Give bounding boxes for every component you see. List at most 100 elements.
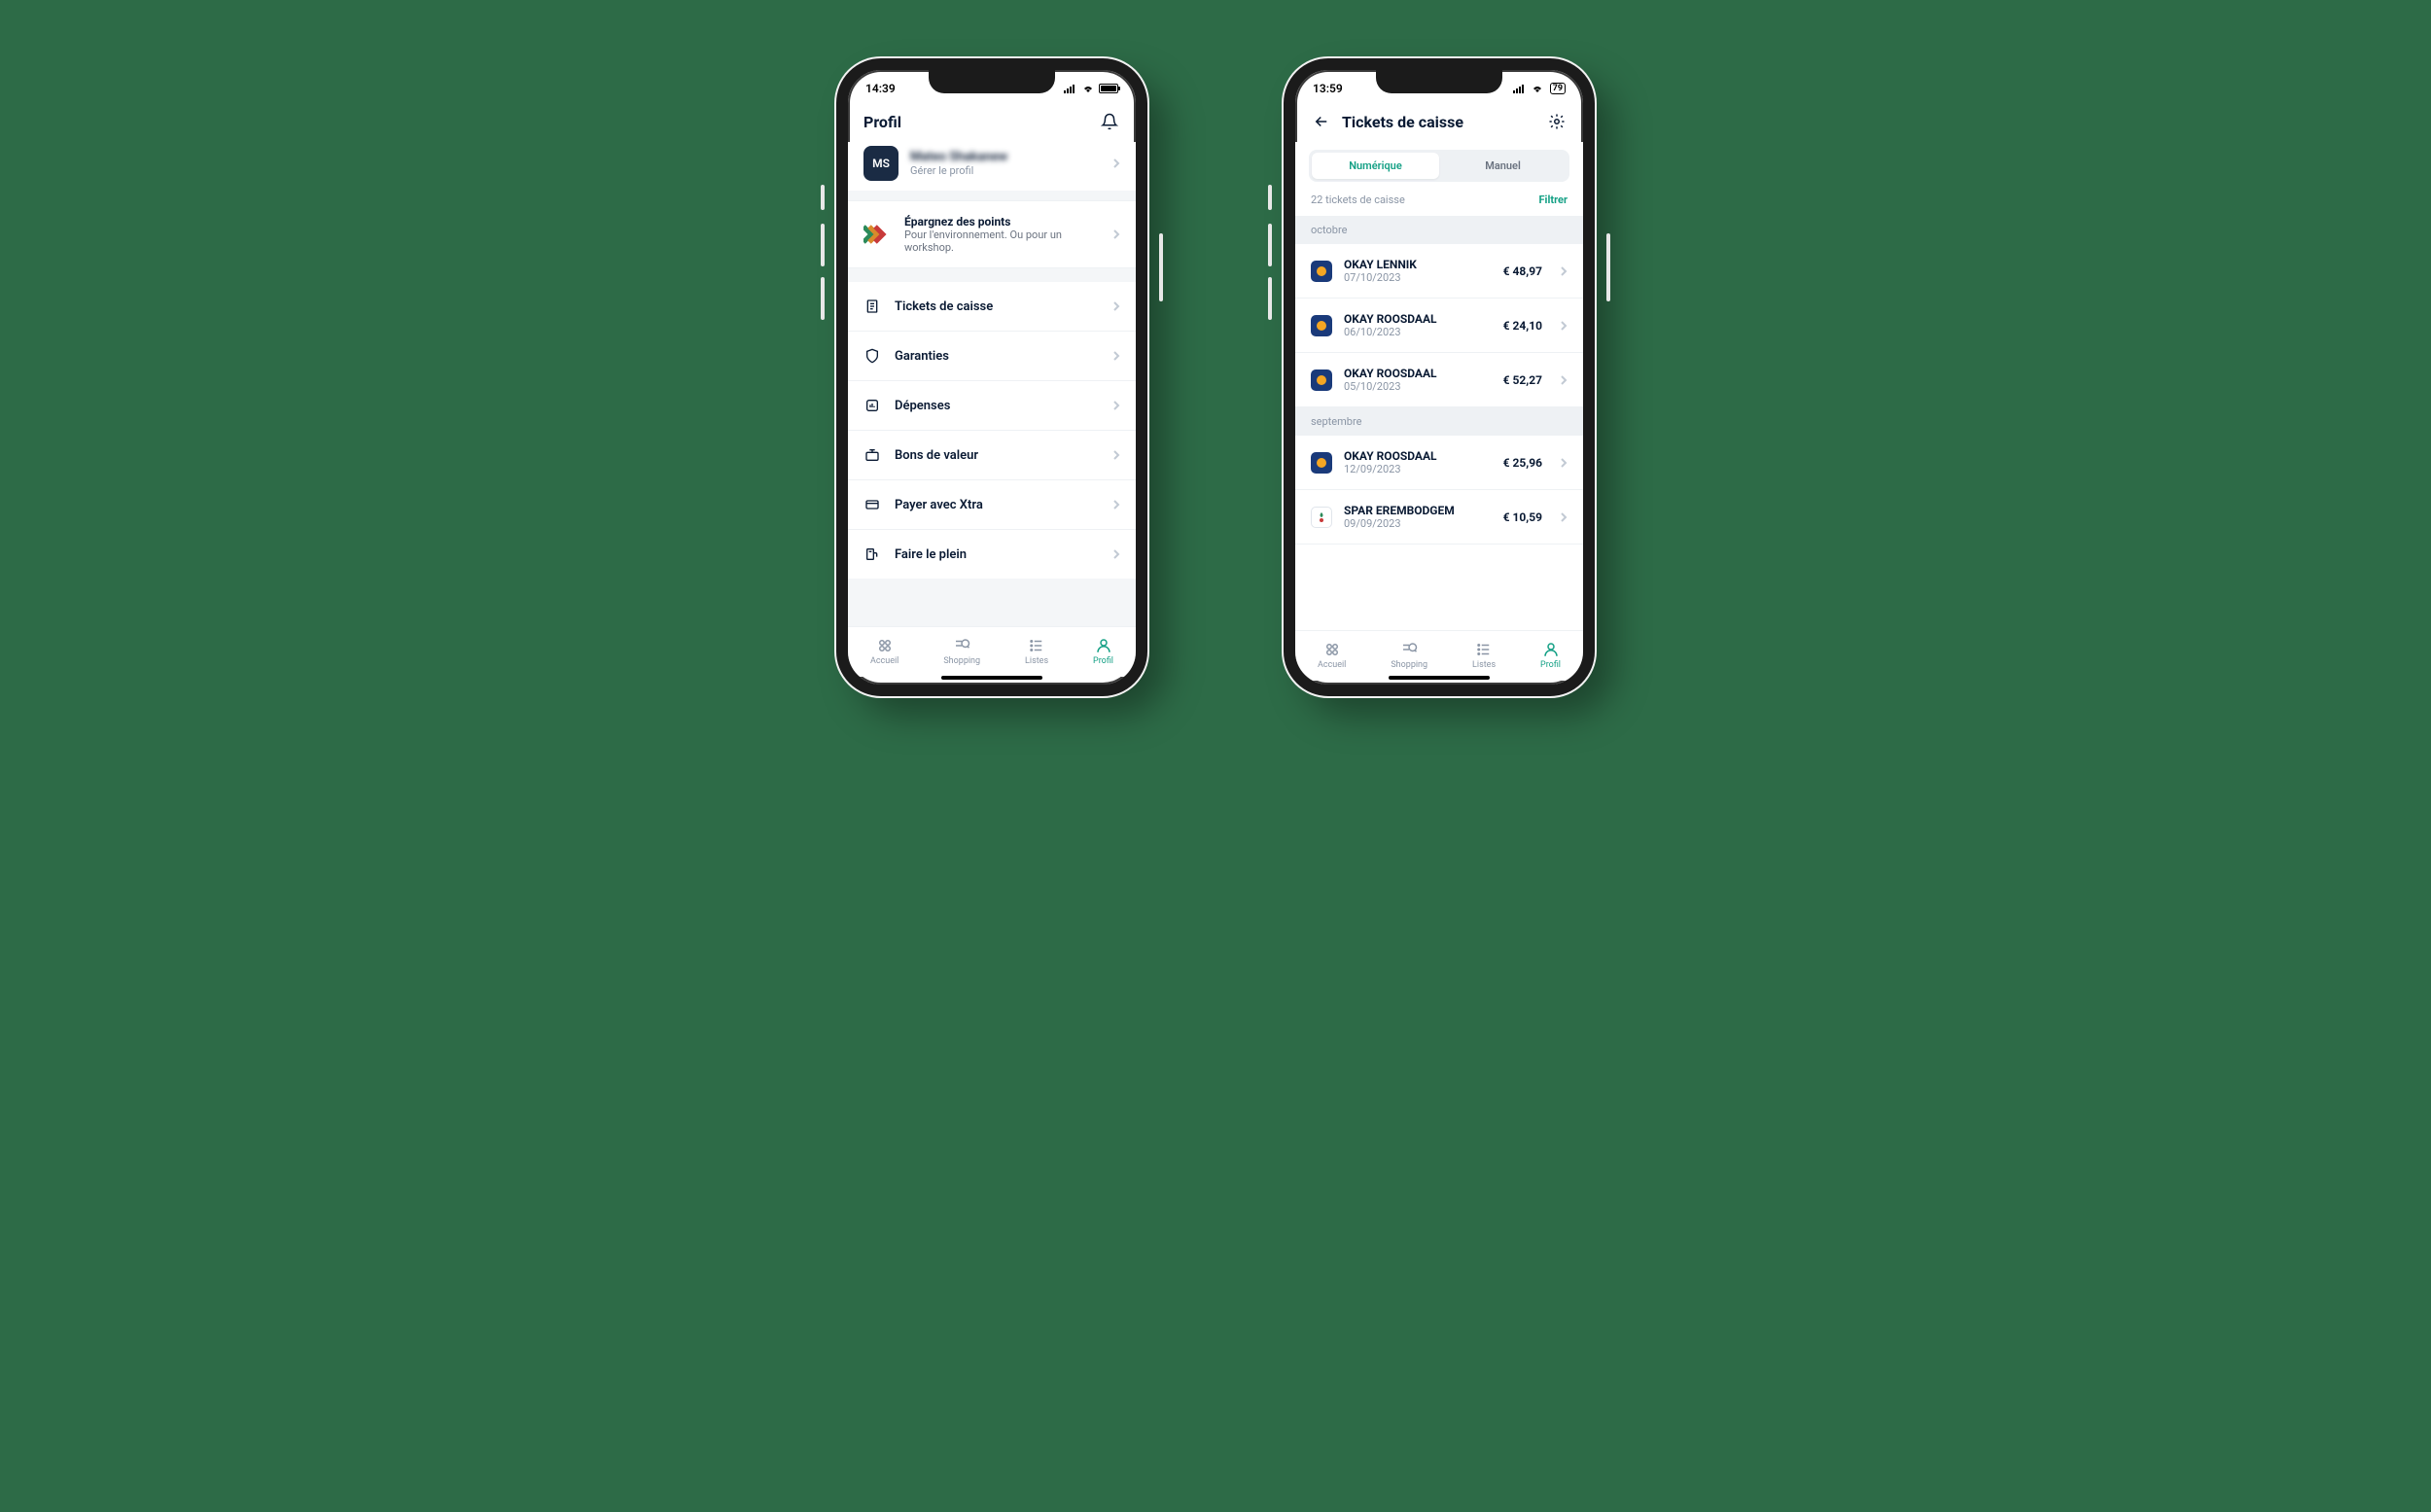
status-bar: 13:59 79 [1295, 70, 1583, 107]
receipt-amount: € 52,27 [1503, 373, 1542, 387]
filter-button[interactable]: Filtrer [1539, 193, 1568, 206]
points-subtitle: Pour l'environnement. Ou pour un worksho… [904, 229, 1101, 254]
receipt-date: 09/09/2023 [1344, 517, 1492, 530]
chart-icon [863, 397, 881, 414]
side-button [1606, 233, 1610, 301]
tab-label: Shopping [943, 656, 980, 666]
side-button [1268, 277, 1272, 320]
segment-manual[interactable]: Manuel [1439, 153, 1567, 179]
status-time: 13:59 [1313, 82, 1343, 95]
store-logo-spar [1311, 507, 1332, 528]
menu-label: Bons de valeur [895, 448, 1099, 463]
menu-item-fuel[interactable]: Faire le plein [848, 530, 1136, 579]
receipts-content: Numérique Manuel 22 tickets de caisse Fi… [1295, 142, 1583, 630]
profile-icon [1542, 641, 1560, 658]
points-title: Épargnez des points [904, 215, 1101, 229]
home-indicator [1389, 676, 1490, 680]
home-indicator [941, 676, 1042, 680]
segment-digital[interactable]: Numérique [1312, 153, 1439, 179]
tab-bar: Accueil Shopping Listes Profil [848, 626, 1136, 677]
receipt-store-name: OKAY ROOSDAAL [1344, 449, 1492, 463]
receipt-info: SPAR EREMBODGEM 09/09/2023 [1344, 504, 1492, 530]
chevron-right-icon [1112, 158, 1120, 169]
notification-bell-icon[interactable] [1099, 111, 1120, 132]
phone-frame: 14:39 Profil MS [836, 58, 1147, 696]
shield-icon [863, 347, 881, 365]
receipt-date: 06/10/2023 [1344, 326, 1492, 338]
menu-group: Tickets de caisse Garanties Dépenses [848, 282, 1136, 579]
receipt-icon [863, 298, 881, 315]
menu-item-warranties[interactable]: Garanties [848, 332, 1136, 381]
tab-label: Accueil [1318, 660, 1346, 670]
menu-item-vouchers[interactable]: Bons de valeur [848, 431, 1136, 480]
settings-gear-icon[interactable] [1546, 111, 1568, 132]
list-icon [1475, 641, 1493, 658]
battery-fill [1101, 86, 1116, 91]
profile-icon [1095, 637, 1112, 654]
status-bar: 14:39 [848, 70, 1136, 107]
list-icon [1028, 637, 1045, 654]
page-title: Tickets de caisse [1342, 113, 1463, 131]
tab-profile[interactable]: Profil [1093, 637, 1113, 666]
phone-mockup-profile: 14:39 Profil MS [836, 58, 1147, 696]
chevron-right-icon [1560, 265, 1568, 277]
phone-frame: 13:59 79 Tickets de caisse [1284, 58, 1595, 696]
receipt-item[interactable]: OKAY LENNIK 07/10/2023 € 48,97 [1295, 244, 1583, 299]
receipt-amount: € 24,10 [1503, 319, 1542, 333]
chevron-right-icon [1560, 511, 1568, 523]
receipt-info: OKAY LENNIK 07/10/2023 [1344, 258, 1492, 284]
points-card[interactable]: Épargnez des points Pour l'environnement… [848, 200, 1136, 268]
receipt-item[interactable]: SPAR EREMBODGEM 09/09/2023 € 10,59 [1295, 490, 1583, 545]
tab-label: Profil [1540, 660, 1561, 670]
profile-card[interactable]: MS Mateo Shakanew Gérer le profil [848, 142, 1136, 191]
store-logo-okay [1311, 452, 1332, 474]
tab-home[interactable]: Accueil [870, 637, 898, 666]
wifi-icon [1081, 84, 1095, 93]
side-button [1268, 185, 1272, 210]
menu-item-receipts[interactable]: Tickets de caisse [848, 282, 1136, 332]
chevron-right-icon [1112, 300, 1120, 312]
phone-mockup-receipts: 13:59 79 Tickets de caisse [1284, 58, 1595, 696]
signal-icon [1064, 84, 1077, 93]
tab-profile[interactable]: Profil [1540, 641, 1561, 670]
segment-control: Numérique Manuel [1309, 150, 1569, 182]
filter-row: 22 tickets de caisse Filtrer [1295, 193, 1583, 216]
menu-label: Faire le plein [895, 547, 1099, 562]
menu-label: Payer avec Xtra [895, 498, 1099, 512]
side-button [1268, 224, 1272, 266]
tab-label: Accueil [870, 656, 898, 666]
side-button [821, 224, 825, 266]
receipt-item[interactable]: OKAY ROOSDAAL 06/10/2023 € 24,10 [1295, 299, 1583, 353]
receipt-store-name: OKAY ROOSDAAL [1344, 367, 1492, 380]
section-header-october: octobre [1295, 216, 1583, 244]
signal-icon [1513, 84, 1527, 93]
points-chevrons-icon [863, 220, 893, 249]
receipt-amount: € 25,96 [1503, 456, 1542, 470]
voucher-icon [863, 446, 881, 464]
receipt-item[interactable]: OKAY ROOSDAAL 05/10/2023 € 52,27 [1295, 353, 1583, 407]
back-arrow-icon[interactable] [1311, 111, 1332, 132]
receipt-info: OKAY ROOSDAAL 06/10/2023 [1344, 312, 1492, 338]
tab-label: Shopping [1391, 660, 1427, 670]
card-icon [863, 496, 881, 513]
store-logo-okay [1311, 369, 1332, 391]
tab-lists[interactable]: Listes [1472, 641, 1496, 670]
chevron-right-icon [1560, 374, 1568, 386]
points-text: Épargnez des points Pour l'environnement… [904, 215, 1101, 254]
tab-label: Listes [1472, 660, 1496, 670]
menu-item-pay-xtra[interactable]: Payer avec Xtra [848, 480, 1136, 530]
home-icon [1323, 641, 1341, 658]
receipt-item[interactable]: OKAY ROOSDAAL 12/09/2023 € 25,96 [1295, 436, 1583, 490]
tab-shopping[interactable]: Shopping [1391, 641, 1427, 670]
receipt-store-name: SPAR EREMBODGEM [1344, 504, 1492, 517]
store-logo-okay [1311, 261, 1332, 282]
page-header: Profil [848, 107, 1136, 142]
profile-name: Mateo Shakanew [910, 150, 1101, 164]
tab-label: Profil [1093, 656, 1113, 666]
receipt-store-name: OKAY ROOSDAAL [1344, 312, 1492, 326]
tab-home[interactable]: Accueil [1318, 641, 1346, 670]
tab-lists[interactable]: Listes [1025, 637, 1048, 666]
menu-item-expenses[interactable]: Dépenses [848, 381, 1136, 431]
tab-shopping[interactable]: Shopping [943, 637, 980, 666]
receipt-amount: € 10,59 [1503, 510, 1542, 524]
